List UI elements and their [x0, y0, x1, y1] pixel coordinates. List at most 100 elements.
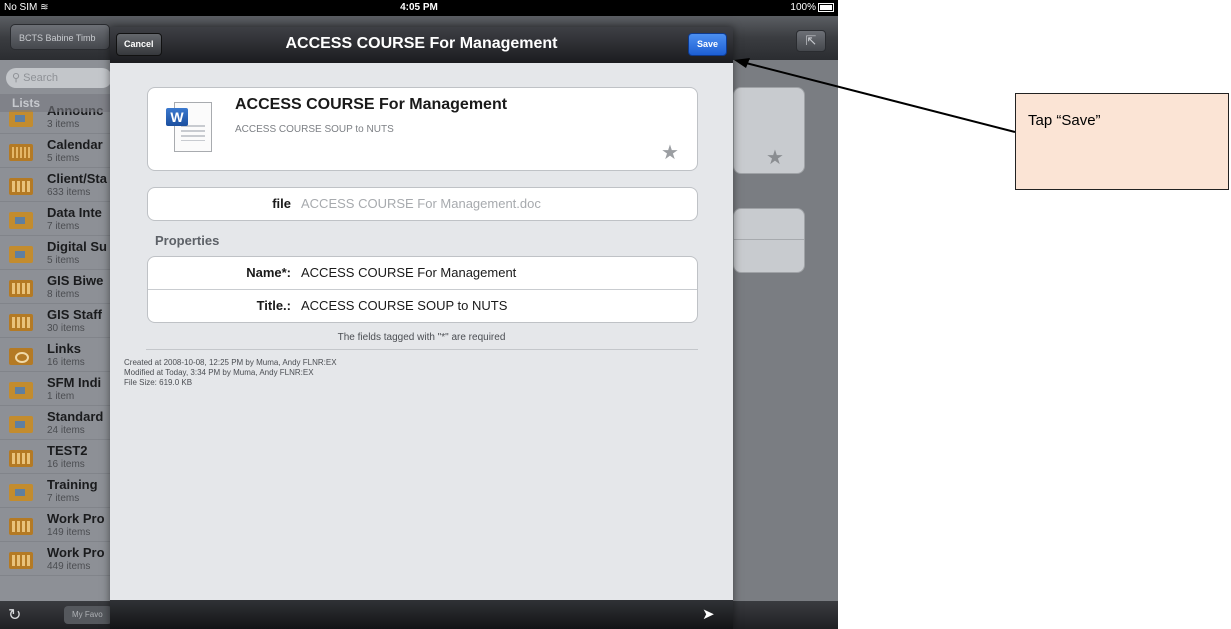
- file-row[interactable]: file ACCESS COURSE For Management.doc: [147, 187, 698, 221]
- search-field[interactable]: ⚲ Search: [6, 68, 112, 88]
- word-document-icon: W: [164, 100, 214, 154]
- document-card: W ACCESS COURSE For Management ACCESS CO…: [147, 87, 698, 171]
- back-button[interactable]: BCTS Babine Timb: [10, 24, 110, 50]
- announcement-icon: [9, 110, 33, 127]
- battery-icon: [818, 2, 834, 12]
- list-item[interactable]: Standard 24 items: [0, 406, 112, 440]
- search-icon: ⚲: [12, 72, 21, 84]
- list-item-title: Data Inte: [47, 205, 102, 220]
- document-name: ACCESS COURSE For Management: [235, 96, 508, 113]
- list-item-title: Training: [47, 477, 98, 492]
- list-item-title: Client/Sta: [47, 171, 107, 186]
- table-icon: [9, 552, 33, 569]
- edit-properties-modal: ACCESS COURSE For Management Cancel Save…: [110, 27, 733, 629]
- name-field[interactable]: ACCESS COURSE For Management: [301, 257, 516, 289]
- list-item-count: 3 items: [47, 119, 80, 130]
- table-icon: [9, 314, 33, 331]
- star-icon[interactable]: ★: [661, 143, 679, 163]
- list-item[interactable]: SFM Indi 1 item: [0, 372, 112, 406]
- list-item[interactable]: Training 7 items: [0, 474, 112, 508]
- property-row-name[interactable]: Name*: ACCESS COURSE For Management: [148, 257, 697, 289]
- properties-header: Properties: [155, 233, 220, 248]
- modified-info: Modified at Today, 3:34 PM by Muma, Andy…: [124, 368, 314, 377]
- list-item-count: 449 items: [47, 561, 91, 572]
- list-item[interactable]: Data Inte 7 items: [0, 202, 112, 236]
- list-item-title: Work Pro: [47, 545, 105, 560]
- table-icon: [9, 450, 33, 467]
- list-item-count: 149 items: [47, 527, 91, 538]
- list-item[interactable]: GIS Staff 30 items: [0, 304, 112, 338]
- share-button[interactable]: ⇱: [796, 30, 826, 52]
- property-label: Title.:: [256, 298, 291, 313]
- list-item-count: 16 items: [47, 459, 85, 470]
- link-icon: [9, 348, 33, 365]
- list-item-count: 7 items: [47, 221, 80, 232]
- list-item-title: Work Pro: [47, 511, 105, 526]
- location-arrow-icon[interactable]: ➤: [702, 605, 715, 623]
- table-icon: [9, 280, 33, 297]
- folder-icon: [9, 382, 33, 399]
- file-value: ACCESS COURSE For Management.doc: [301, 196, 541, 211]
- cancel-button[interactable]: Cancel: [116, 33, 162, 56]
- list-item[interactable]: Client/Sta 633 items: [0, 168, 112, 202]
- property-label: Name*:: [246, 265, 291, 280]
- list-item-title: Calendar: [47, 137, 103, 152]
- list-item-title: SFM Indi: [47, 375, 102, 390]
- search-placeholder: Search: [23, 72, 58, 84]
- file-label: file: [272, 196, 291, 211]
- star-icon: ★: [766, 147, 784, 169]
- status-bar: No SIM ≋ 4:05 PM 100%: [0, 0, 838, 16]
- list-item[interactable]: Work Pro 149 items: [0, 508, 112, 542]
- lists: Announc3 items Calendar5 items Client/St…: [0, 100, 112, 576]
- created-info: Created at 2008-10-08, 12:25 PM by Muma,…: [124, 358, 337, 367]
- list-item[interactable]: TEST2 16 items: [0, 440, 112, 474]
- file-metadata: Created at 2008-10-08, 12:25 PM by Muma,…: [124, 358, 337, 388]
- list-item[interactable]: Calendar 5 items: [0, 134, 112, 168]
- list-item[interactable]: Digital Su 5 items: [0, 236, 112, 270]
- lists-header: Lists: [0, 94, 112, 112]
- list-item[interactable]: Links 16 items: [0, 338, 112, 372]
- list-item-title: TEST2: [47, 443, 88, 458]
- battery-indicator: 100%: [790, 0, 834, 16]
- folder-icon: [9, 212, 33, 229]
- divider: [734, 239, 804, 240]
- save-button[interactable]: Save: [688, 33, 728, 56]
- list-item-count: 5 items: [47, 153, 80, 164]
- background-card: [733, 208, 805, 273]
- instruction-callout: Tap “Save”: [1015, 93, 1229, 190]
- folder-icon: [9, 246, 33, 263]
- document-subtitle: ACCESS COURSE SOUP to NUTS: [235, 124, 394, 135]
- list-item-count: 30 items: [47, 323, 85, 334]
- required-note: The fields tagged with "*" are required: [337, 332, 506, 343]
- ipad-screen: No SIM ≋ 4:05 PM 100% BCTS Babine Timb ⇱…: [0, 0, 838, 629]
- share-icon: ⇱: [805, 33, 817, 48]
- list-item[interactable]: GIS Biwe 8 items: [0, 270, 112, 304]
- list-item-count: 8 items: [47, 289, 80, 300]
- list-item-count: 24 items: [47, 425, 85, 436]
- refresh-icon[interactable]: ↻: [8, 605, 21, 625]
- favorites-button[interactable]: My Favo: [64, 606, 112, 624]
- list-item-title: Digital Su: [47, 239, 107, 254]
- list-item-count: 1 item: [47, 391, 75, 402]
- modal-toolbar: [110, 600, 733, 629]
- calendar-icon: [9, 144, 33, 161]
- list-item-title: GIS Biwe: [47, 273, 104, 288]
- folder-icon: [9, 484, 33, 501]
- table-icon: [9, 178, 33, 195]
- list-item[interactable]: Work Pro 449 items: [0, 542, 112, 576]
- list-item-title: GIS Staff: [47, 307, 102, 322]
- divider: [146, 349, 698, 350]
- properties-group: Name*: ACCESS COURSE For Management Titl…: [147, 256, 698, 323]
- list-item-title: Standard: [47, 409, 104, 424]
- list-item-count: 5 items: [47, 255, 80, 266]
- table-icon: [9, 518, 33, 535]
- folder-icon: [9, 416, 33, 433]
- list-item-count: 16 items: [47, 357, 85, 368]
- sidebar: ⚲ Search Announc3 items Calendar5 items …: [0, 60, 112, 601]
- callout-text: Tap “Save”: [1028, 112, 1101, 129]
- title-field[interactable]: ACCESS COURSE SOUP to NUTS: [301, 290, 507, 322]
- property-row-title[interactable]: Title.: ACCESS COURSE SOUP to NUTS: [148, 290, 697, 322]
- list-item-count: 633 items: [47, 187, 91, 198]
- list-item-title: Links: [47, 341, 81, 356]
- list-item-count: 7 items: [47, 493, 80, 504]
